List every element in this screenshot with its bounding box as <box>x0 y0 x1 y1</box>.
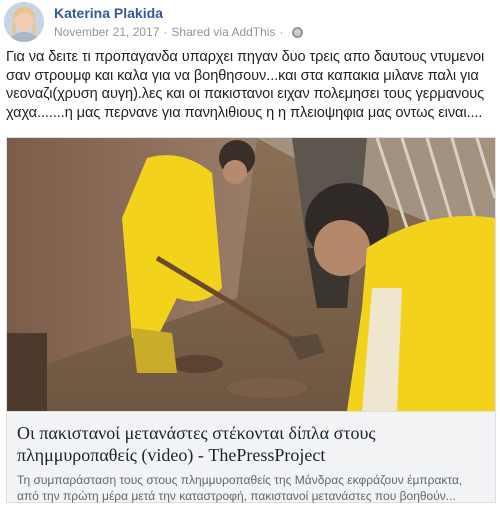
post-date[interactable]: November 21, 2017 <box>54 25 159 39</box>
post-meta: November 21, 2017 · Shared via AddThis · <box>54 25 304 39</box>
meta-separator: · <box>163 25 168 39</box>
post-header: Katerina Plakida November 21, 2017 · Sha… <box>4 2 500 42</box>
link-preview-info: Οι πακιστανοί μετανάστες στέκονται δίπλα… <box>7 411 495 503</box>
link-preview-image[interactable] <box>7 138 495 411</box>
globe-icon[interactable] <box>292 26 304 38</box>
avatar[interactable] <box>4 2 44 42</box>
facebook-post: Katerina Plakida November 21, 2017 · Sha… <box>0 0 500 508</box>
link-title[interactable]: Οι πακιστανοί μετανάστες στέκονται δίπλα… <box>17 422 485 466</box>
meta-separator: · <box>279 25 284 39</box>
author-name[interactable]: Katerina Plakida <box>54 5 163 21</box>
link-description: Τη συμπαράσταση τους στους πλημμυροπαθεί… <box>17 473 463 503</box>
post-text: Για να δειτε τι προπαγανδα υπαρχει πηγαν… <box>6 49 485 121</box>
link-preview-card[interactable]: Οι πακιστανοί μετανάστες στέκονται δίπλα… <box>6 137 496 503</box>
shared-via-label: Shared via AddThis <box>171 25 276 39</box>
